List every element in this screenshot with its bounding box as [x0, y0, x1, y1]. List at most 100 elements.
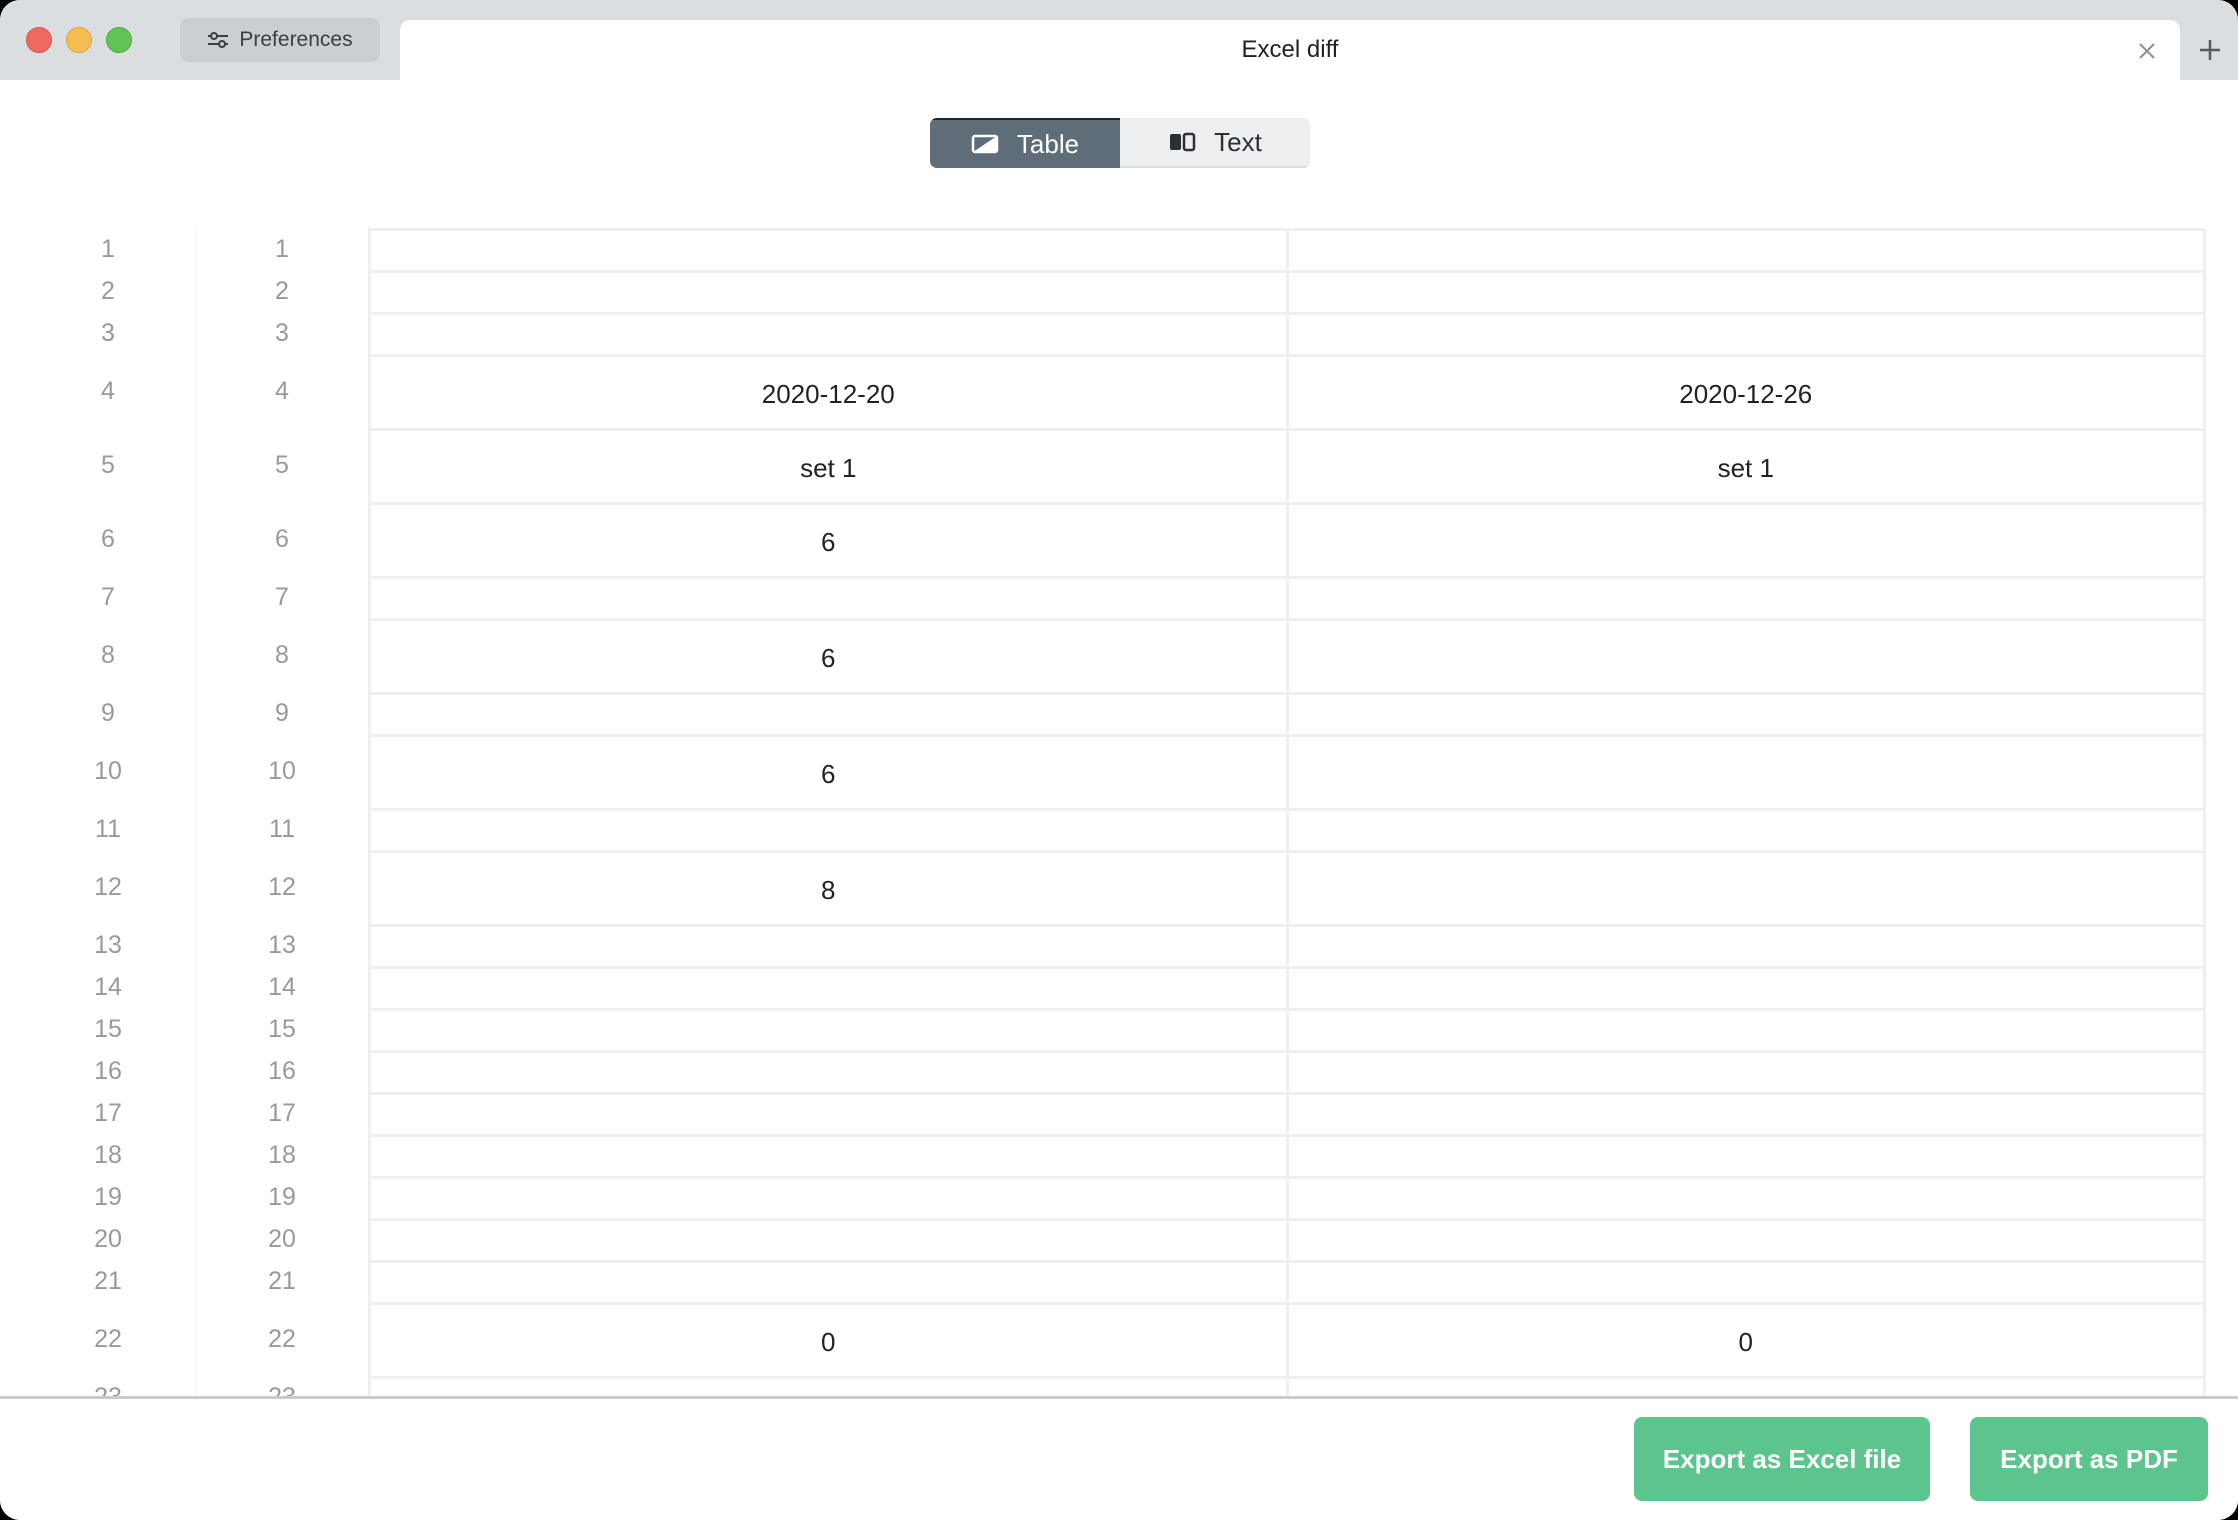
- right-cell[interactable]: [1285, 231, 2204, 273]
- table-row: 8: [368, 850, 2206, 927]
- table-row: [368, 1218, 2206, 1263]
- right-line-number: 6: [275, 524, 289, 553]
- right-line-number: 23: [197, 1376, 367, 1397]
- right-cell[interactable]: [1285, 1053, 2204, 1095]
- right-cell[interactable]: [1285, 1221, 2204, 1263]
- table-row: [368, 270, 2206, 315]
- right-line-number: 11: [269, 814, 295, 843]
- table-row: 6: [368, 618, 2206, 695]
- left-cell[interactable]: [371, 231, 1286, 273]
- left-cell[interactable]: set 1: [371, 431, 1286, 505]
- left-cell[interactable]: [371, 273, 1286, 315]
- right-cell[interactable]: [1285, 1137, 2204, 1179]
- left-cell[interactable]: [371, 1263, 1286, 1305]
- left-line-numbers: 1234567891011121314151617181920212223: [0, 228, 197, 1396]
- table-row: [368, 1008, 2206, 1053]
- diff-table: 2020-12-20 2020-12-26 set 1 set 1666800: [368, 228, 2206, 1396]
- left-line-number: 19: [94, 1182, 122, 1211]
- right-cell[interactable]: [1285, 969, 2204, 1011]
- table-row: [368, 966, 2206, 1011]
- right-line-number: 7: [275, 582, 289, 611]
- tab-excel-diff[interactable]: Excel diff: [400, 20, 2180, 80]
- new-tab-icon[interactable]: [2196, 36, 2224, 64]
- right-cell[interactable]: [1285, 1011, 2204, 1053]
- left-cell[interactable]: [371, 579, 1286, 621]
- left-line-number: 17: [94, 1098, 122, 1127]
- toggle-table-label: Table: [1016, 128, 1080, 159]
- table-row: [368, 576, 2206, 621]
- preferences-button[interactable]: Preferences: [180, 18, 380, 62]
- toggle-text[interactable]: Text: [1120, 118, 1310, 168]
- table-row: 00: [368, 1302, 2206, 1379]
- right-cell[interactable]: [1285, 927, 2204, 969]
- table-row: [368, 1260, 2206, 1305]
- table-icon: [971, 134, 999, 154]
- left-line-number: 6: [101, 524, 115, 553]
- right-cell[interactable]: [1285, 1095, 2204, 1137]
- left-cell[interactable]: [371, 695, 1286, 737]
- right-line-number: 19: [268, 1182, 296, 1211]
- left-cell[interactable]: [371, 927, 1286, 969]
- left-cell[interactable]: [371, 811, 1286, 853]
- right-cell[interactable]: [1285, 273, 2204, 315]
- left-cell[interactable]: 0: [371, 1305, 1286, 1379]
- table-row: [368, 808, 2206, 853]
- right-cell[interactable]: [1285, 579, 2204, 621]
- close-window-button[interactable]: [26, 27, 52, 53]
- right-line-number: 14: [268, 972, 296, 1001]
- right-cell[interactable]: [1285, 1263, 2204, 1305]
- right-line-number: 16: [268, 1056, 296, 1085]
- right-cell[interactable]: [1285, 505, 2204, 579]
- right-cell[interactable]: [1285, 621, 2204, 695]
- right-line-number: 4: [275, 376, 289, 405]
- right-line-number: 15: [268, 1014, 296, 1043]
- left-cell[interactable]: [371, 1053, 1286, 1095]
- text-icon: [1170, 132, 1196, 152]
- left-line-number: 8: [101, 640, 115, 669]
- left-cell[interactable]: [371, 1179, 1286, 1221]
- right-cell[interactable]: 2020-12-26: [1285, 357, 2204, 431]
- right-cell[interactable]: [1285, 853, 2204, 927]
- left-line-number: 9: [101, 698, 115, 727]
- table-row: 6: [368, 502, 2206, 579]
- left-line-number: 10: [94, 756, 122, 785]
- left-cell[interactable]: 6: [371, 621, 1286, 695]
- export-excel-button[interactable]: Export as Excel file: [1634, 1417, 1930, 1501]
- table-row: set 1 set 1: [368, 428, 2206, 505]
- close-tab-icon[interactable]: [2134, 38, 2160, 64]
- left-cell[interactable]: [371, 1221, 1286, 1263]
- left-cell[interactable]: [371, 1095, 1286, 1137]
- minimize-window-button[interactable]: [66, 27, 92, 53]
- toggle-table[interactable]: Table: [930, 118, 1120, 168]
- export-pdf-button[interactable]: Export as PDF: [1970, 1417, 2208, 1501]
- left-cell[interactable]: [371, 315, 1286, 357]
- left-cell[interactable]: 2020-12-20: [371, 357, 1286, 431]
- left-line-number: 18: [94, 1140, 122, 1169]
- left-line-number: 5: [101, 450, 115, 479]
- left-cell[interactable]: [371, 1011, 1286, 1053]
- left-cell[interactable]: [371, 969, 1286, 1011]
- left-cell[interactable]: 6: [371, 505, 1286, 579]
- left-cell[interactable]: [371, 1379, 1286, 1396]
- left-line-number: 22: [94, 1324, 122, 1353]
- right-cell[interactable]: 0: [1285, 1305, 2204, 1379]
- table-row: [368, 312, 2206, 357]
- right-cell[interactable]: [1285, 315, 2204, 357]
- right-cell[interactable]: [1285, 811, 2204, 853]
- left-cell[interactable]: 8: [371, 853, 1286, 927]
- right-line-number: 9: [275, 698, 289, 727]
- left-cell[interactable]: [371, 1137, 1286, 1179]
- table-row: 6: [368, 734, 2206, 811]
- table-row: [368, 1134, 2206, 1179]
- maximize-window-button[interactable]: [106, 27, 132, 53]
- table-row: [368, 1050, 2206, 1095]
- right-cell[interactable]: set 1: [1285, 431, 2204, 505]
- right-line-number: 17: [268, 1098, 296, 1127]
- right-cell[interactable]: [1285, 1179, 2204, 1221]
- left-cell[interactable]: 6: [371, 737, 1286, 811]
- left-line-number: 15: [94, 1014, 122, 1043]
- right-cell[interactable]: [1285, 1379, 2204, 1396]
- right-cell[interactable]: [1285, 695, 2204, 737]
- right-cell[interactable]: [1285, 737, 2204, 811]
- preferences-label: Preferences: [239, 28, 353, 51]
